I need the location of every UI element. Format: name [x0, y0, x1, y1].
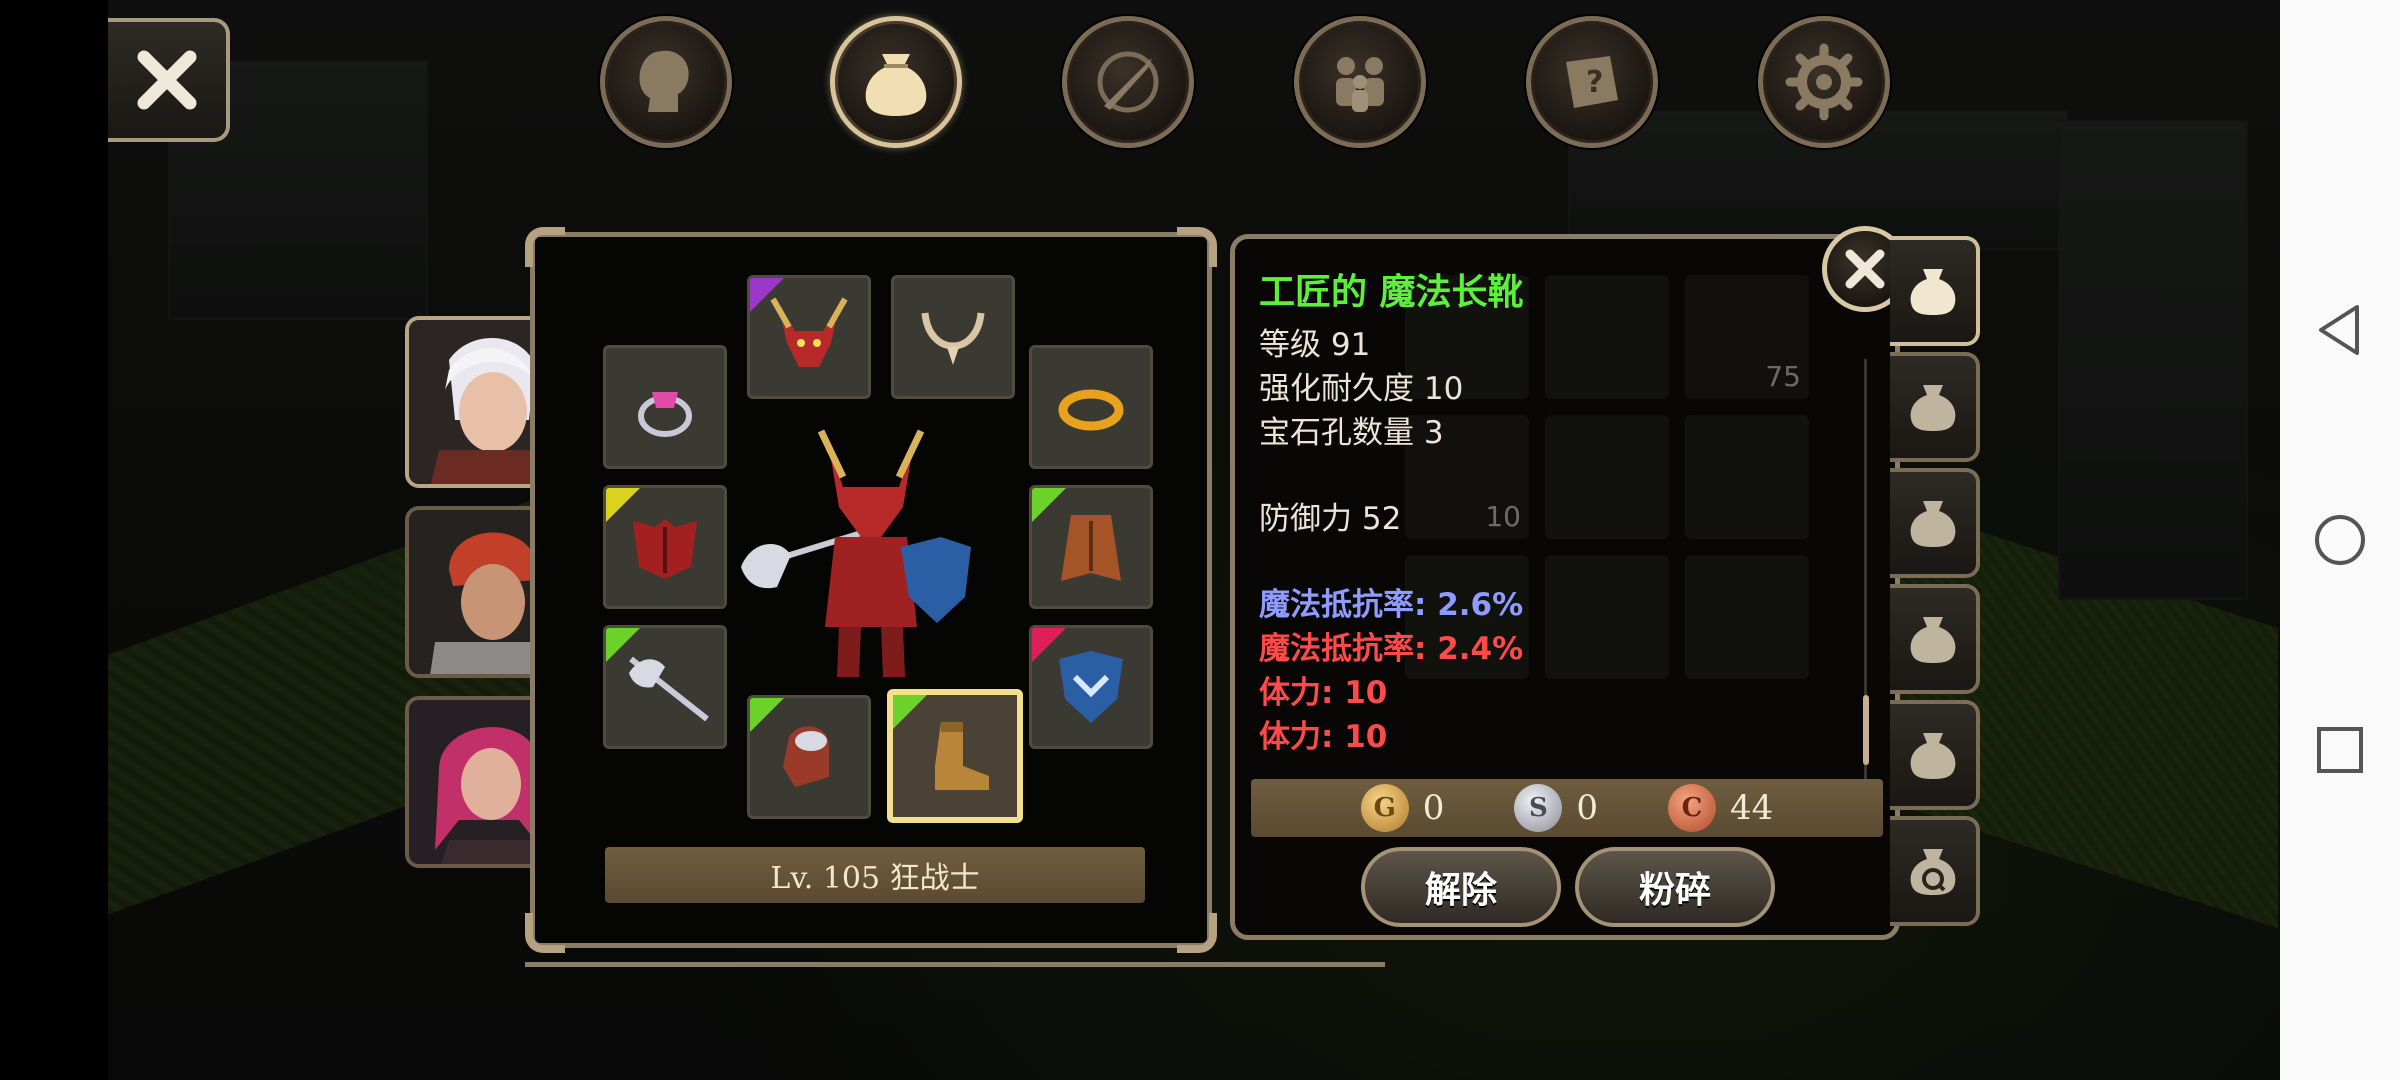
- equip-slot-ring-right[interactable]: [1029, 345, 1153, 469]
- gear-icon: [1785, 43, 1863, 121]
- back-triangle-icon: [2319, 305, 2359, 355]
- item-stamina-1: 体力: 10: [1259, 675, 1388, 711]
- silver-currency: S 0: [1514, 784, 1598, 832]
- item-stamina-2: 体力: 10: [1259, 719, 1388, 755]
- equip-slot-necklace[interactable]: [891, 275, 1015, 399]
- equip-slot-gloves[interactable]: [747, 695, 871, 819]
- necklace-icon: [921, 312, 985, 365]
- rarity-green-marker: [606, 628, 640, 662]
- equipment-panel: Lv. 105 狂战士: [525, 227, 1217, 953]
- copper-amount: 44: [1730, 788, 1774, 828]
- sword-compass-icon: [1097, 51, 1159, 113]
- close-icon: [1845, 249, 1885, 289]
- tab-settings[interactable]: [1758, 16, 1890, 148]
- bag-icon: [1910, 501, 1956, 547]
- gold-amount: 0: [1422, 788, 1445, 828]
- gold-currency: G 0: [1360, 784, 1445, 832]
- tab-inventory[interactable]: [830, 16, 962, 148]
- gold-ring-icon: [1058, 389, 1124, 431]
- recents-square-icon: [2317, 727, 2363, 773]
- character-preview: [741, 429, 971, 677]
- silver-amount: 0: [1576, 788, 1598, 828]
- system-navigation-bar: [2280, 0, 2400, 1080]
- tab-character[interactable]: [600, 16, 732, 148]
- equip-slot-cloak[interactable]: [1029, 485, 1153, 609]
- bag-tab-3[interactable]: [1890, 468, 1980, 578]
- rarity-red-marker: [1032, 628, 1066, 662]
- nav-home-button[interactable]: [2310, 510, 2370, 570]
- nav-recents-button[interactable]: [2310, 720, 2370, 780]
- rarity-green-marker: [750, 698, 784, 732]
- head-silhouette-icon: [639, 50, 689, 112]
- close-menu-button[interactable]: [108, 18, 230, 142]
- bag-tab-1[interactable]: [1890, 236, 1980, 346]
- divider-line: [525, 962, 1385, 967]
- bag-tab-5[interactable]: [1890, 700, 1980, 810]
- bag-tab-quest[interactable]: [1890, 816, 1980, 926]
- copper-currency: C 44: [1668, 784, 1773, 832]
- shatter-button[interactable]: 粉碎: [1575, 847, 1775, 927]
- item-durability: 强化耐久度 10: [1259, 371, 1464, 407]
- bag-icon: [865, 54, 927, 116]
- equip-slot-ring-left[interactable]: [603, 345, 727, 469]
- rarity-green-marker: [1032, 488, 1066, 522]
- scroll-icon: ?: [1566, 56, 1618, 108]
- item-magic-resist-1: 魔法抵抗率: 2.6%: [1259, 587, 1524, 623]
- equip-slot-shield[interactable]: [1029, 625, 1153, 749]
- svg-text:?: ?: [1586, 65, 1603, 100]
- bag-icon: [1910, 617, 1956, 663]
- item-detail-panel: 75 10 工匠的 魔法长靴 等级 91 强化耐久度 10 宝石孔数量 3 防御…: [1230, 234, 1900, 940]
- copper-coin-icon: C: [1668, 784, 1716, 832]
- tab-quest[interactable]: ?: [1526, 16, 1658, 148]
- quest-bag-icon: [1910, 849, 1956, 895]
- item-defense: 防御力 52: [1259, 501, 1402, 537]
- item-name: 工匠的 魔法长靴: [1259, 272, 1524, 313]
- item-level: 等级 91: [1259, 327, 1371, 363]
- home-circle-icon: [2315, 515, 2365, 565]
- currency-bar: G 0 S 0 C 44: [1251, 779, 1883, 837]
- item-magic-resist-2: 魔法抵抗率: 2.4%: [1259, 631, 1524, 667]
- equip-slot-boots[interactable]: [887, 689, 1023, 823]
- gold-coin-icon: G: [1360, 784, 1409, 832]
- detail-scrollbar-thumb[interactable]: [1863, 695, 1869, 765]
- bag-icon: [1910, 269, 1956, 315]
- tab-party[interactable]: [1294, 16, 1426, 148]
- bag-tab-4[interactable]: [1890, 584, 1980, 694]
- tab-skills[interactable]: [1062, 16, 1194, 148]
- silver-coin-icon: S: [1514, 784, 1563, 832]
- equip-slot-armor[interactable]: [603, 485, 727, 609]
- nav-back-button[interactable]: [2310, 300, 2370, 360]
- rarity-purple-marker: [750, 278, 784, 312]
- bag-icon: [1910, 733, 1956, 779]
- close-icon: [137, 50, 197, 110]
- item-info: 工匠的 魔法长靴 等级 91 强化耐久度 10 宝石孔数量 3 防御力 52 魔…: [1259, 263, 1859, 759]
- equip-slot-helmet[interactable]: [747, 275, 871, 399]
- bag-tab-2[interactable]: [1890, 352, 1980, 462]
- bag-icon: [1910, 385, 1956, 431]
- equip-slot-weapon[interactable]: [603, 625, 727, 749]
- unequip-button[interactable]: 解除: [1361, 847, 1561, 927]
- rarity-yellow-marker: [606, 488, 640, 522]
- rarity-green-marker: [893, 695, 927, 729]
- group-icon: [1336, 57, 1384, 112]
- ruby-ring-icon: [638, 392, 692, 437]
- character-level-label: Lv. 105 狂战士: [605, 847, 1145, 903]
- item-socket-count: 宝石孔数量 3: [1259, 415, 1444, 451]
